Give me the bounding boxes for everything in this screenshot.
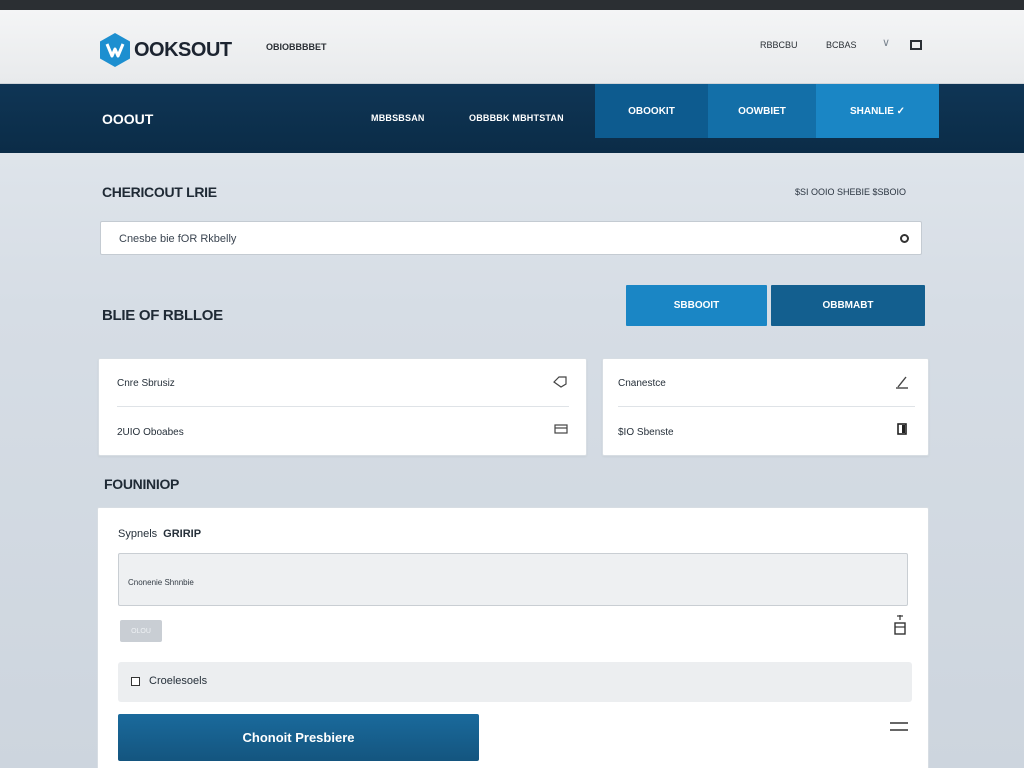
nav-link-1[interactable]: MBBSBSAN [371,113,425,123]
trash-icon[interactable] [893,614,907,636]
form-text-input[interactable]: Cnonenie Shnnbie [118,553,908,606]
tab-shipping[interactable]: SHANLIE ✓ [816,84,939,138]
section-title: BLIE OF RBLLOE [102,307,223,324]
form-field-label: Sypnels GRIRIP [118,528,201,540]
search-icon[interactable] [900,234,909,243]
header-tagline: OBIOBBBBET [266,42,327,52]
search-placeholder: Cnesbe bie fOR Rkbelly [119,233,237,245]
checkbox-row[interactable]: Croelesoels [118,662,912,702]
page-title: CHERICOUT LRIE [102,184,217,200]
card-divider [117,406,569,407]
form-input-value: Cnonenie Shnnbie [128,578,194,587]
search-bar[interactable]: Cnesbe bie fOR Rkbelly [100,221,922,255]
submit-button[interactable]: SBBOOIT [626,285,767,326]
details-card-left: Cnre Sbrusiz 2UIO Oboabes [98,358,587,456]
window-top-strip [0,0,1024,10]
form-label-light: Sypnels [118,528,158,540]
site-header: OOKSOUT OBIOBBBBET RBBCBU BCBAS ∨ [0,10,1024,84]
header-link-1[interactable]: RBBCBU [760,40,798,50]
primary-checkout-button[interactable]: Chonoit Presbiere [118,714,479,761]
card-divider [618,406,915,407]
pen-icon[interactable] [895,374,909,390]
menu-icon[interactable] [889,721,909,733]
checkbox[interactable] [131,677,140,686]
logo[interactable]: OOKSOUT [98,32,232,68]
form-label-bold: GRIRIP [163,528,202,540]
hexagon-shield-logo-icon [100,33,130,67]
form-panel: Sypnels GRIRIP Cnonenie Shnnbie OLOU Croe… [97,507,929,768]
form-section-title: FOUNINIOP [104,476,180,492]
card-right-row-2: $IO Sbenste [618,427,674,438]
chevron-down-icon[interactable]: ∨ [882,36,890,49]
tag-icon[interactable] [553,376,567,388]
nav-brand[interactable]: OOOUT [102,111,153,127]
window-icon[interactable] [910,40,922,50]
card-icon[interactable] [554,424,568,434]
tab-checkout[interactable]: OBOOKIT [595,84,708,138]
card-left-row-2: 2UIO Oboabes [117,427,184,438]
tab-overview[interactable]: OOWBIET [708,84,816,138]
continue-button[interactable]: OBBMABT [771,285,925,326]
checkbox-label: Croelesoels [149,675,208,687]
page-meta: $SI OOIO SHEBIE $SBOIO [795,187,907,197]
logo-text: OOKSOUT [134,38,232,61]
main-nav: OOOUT MBBSBSAN OBBBBK MBHTSTAN OBOOKIT O… [0,84,1024,153]
details-card-right: Cnanestce $IO Sbenste [602,358,929,456]
door-icon[interactable] [897,423,907,435]
nav-link-2[interactable]: OBBBBK MBHTSTAN [469,113,564,123]
card-left-row-1: Cnre Sbrusiz [117,378,175,389]
card-right-row-1: Cnanestce [618,378,666,389]
small-tag-button[interactable]: OLOU [120,620,162,642]
header-link-2[interactable]: BCBAS [826,40,857,50]
